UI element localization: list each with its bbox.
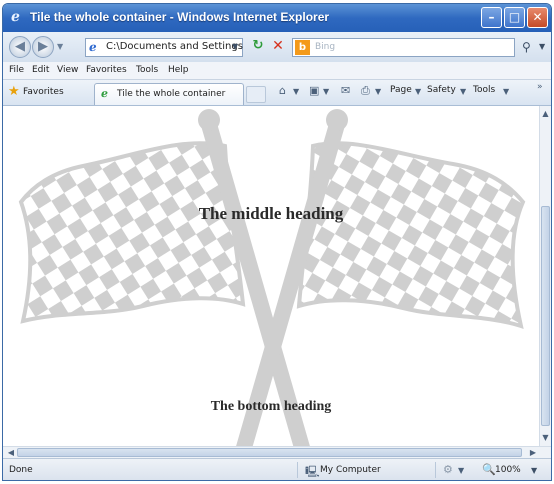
protected-mode-icon[interactable]: ⚙ <box>443 463 453 476</box>
browser-window: ℯ Tile the whole container - Windows Int… <box>2 3 552 481</box>
search-icon[interactable]: ⚲ <box>522 39 536 55</box>
scroll-right-arrow-icon[interactable]: ▶ <box>527 447 539 458</box>
middle-heading: The middle heading <box>198 204 344 223</box>
ie-logo-icon: ℯ <box>11 9 20 25</box>
vertical-scroll-thumb[interactable] <box>541 206 550 426</box>
forward-arrow-icon[interactable]: ▶ <box>32 36 54 58</box>
page-menu-dropdown[interactable]: ▼ <box>415 87 421 96</box>
tab-label: Tile the whole container <box>117 89 226 99</box>
search-field[interactable]: b Bing <box>292 38 515 57</box>
menu-tools[interactable]: Tools <box>136 65 158 75</box>
menu-edit[interactable]: Edit <box>32 65 49 75</box>
stop-icon[interactable]: ✕ <box>269 37 287 55</box>
safety-menu-button[interactable]: Safety <box>427 85 456 95</box>
window-title: Tile the whole container - Windows Inter… <box>30 10 330 24</box>
scroll-left-arrow-icon[interactable]: ◀ <box>5 447 17 458</box>
title-bar: ℯ Tile the whole container - Windows Int… <box>3 4 551 32</box>
safety-menu-dropdown[interactable]: ▼ <box>460 87 466 96</box>
home-dropdown[interactable]: ▼ <box>293 87 299 96</box>
vertical-scrollbar[interactable]: ▲ ▼ <box>539 106 551 446</box>
status-divider <box>435 462 436 478</box>
feeds-icon[interactable]: ▣ <box>309 84 319 97</box>
status-bar: Done 🖳 My Computer ⚙ ▼ 🔍 100% ▼ <box>3 458 551 480</box>
chevron-more-icon[interactable]: » <box>537 82 543 92</box>
favorites-bar: ★ Favorites ℯ Tile the whole container ⌂… <box>3 80 551 106</box>
protected-mode-dropdown[interactable]: ▼ <box>458 466 464 475</box>
mail-icon[interactable]: ✉ <box>341 84 350 97</box>
minimize-button[interactable]: – <box>481 7 502 28</box>
address-field[interactable]: ℯ C:\Documents and Settings <box>85 38 243 57</box>
new-tab-button[interactable] <box>246 86 266 103</box>
maximize-button[interactable]: □ <box>504 7 525 28</box>
print-icon[interactable]: ⎙ <box>361 84 370 98</box>
back-arrow-icon[interactable]: ◀ <box>9 36 31 58</box>
print-dropdown[interactable]: ▼ <box>375 87 381 96</box>
menu-file[interactable]: File <box>9 65 24 75</box>
zoom-dropdown[interactable]: ▼ <box>531 466 537 475</box>
computer-icon: 🖳 <box>305 465 320 478</box>
tab-page-icon: ℯ <box>101 87 108 100</box>
feeds-dropdown[interactable]: ▼ <box>323 87 329 96</box>
menu-bar: File Edit View Favorites Tools Help <box>3 62 551 80</box>
status-text: Done <box>9 465 33 475</box>
scroll-down-arrow-icon[interactable]: ▼ <box>540 432 551 444</box>
star-icon[interactable]: ★ <box>8 85 20 99</box>
bottom-heading: The bottom heading <box>210 399 332 414</box>
recent-pages-dropdown[interactable]: ▼ <box>57 42 63 51</box>
bing-icon: b <box>295 40 310 55</box>
search-dropdown[interactable]: ▼ <box>539 42 545 51</box>
tools-menu-dropdown[interactable]: ▼ <box>503 87 509 96</box>
horizontal-scroll-thumb[interactable] <box>17 448 522 457</box>
horizontal-scrollbar[interactable]: ◀ ▶ <box>3 446 551 458</box>
menu-view[interactable]: View <box>57 65 78 75</box>
tab-current[interactable]: ℯ Tile the whole container <box>94 83 244 105</box>
page-icon: ℯ <box>89 40 97 54</box>
address-row: ◀ ▶ ▼ ℯ C:\Documents and Settings ▼ ↻ ✕ … <box>3 32 551 62</box>
refresh-icon[interactable]: ↻ <box>249 37 267 55</box>
address-dropdown[interactable]: ▼ <box>232 42 238 51</box>
menu-favorites[interactable]: Favorites <box>86 65 127 75</box>
address-text[interactable]: C:\Documents and Settings <box>106 41 243 52</box>
favorites-button[interactable]: Favorites <box>23 87 64 97</box>
scroll-up-arrow-icon[interactable]: ▲ <box>540 108 551 120</box>
search-placeholder[interactable]: Bing <box>315 42 335 52</box>
status-divider <box>297 462 298 478</box>
page-menu-button[interactable]: Page <box>390 85 412 95</box>
close-button[interactable]: ✕ <box>527 7 548 28</box>
checkered-flags-background-image <box>18 109 526 446</box>
zoom-level[interactable]: 100% <box>495 465 521 475</box>
security-zone-label[interactable]: My Computer <box>320 465 381 475</box>
home-icon[interactable]: ⌂ <box>279 84 286 97</box>
zoom-icon[interactable]: 🔍 <box>482 463 496 476</box>
page-content: The middle heading The bottom heading <box>3 106 539 446</box>
tools-menu-button[interactable]: Tools <box>473 85 495 95</box>
menu-help[interactable]: Help <box>168 65 189 75</box>
